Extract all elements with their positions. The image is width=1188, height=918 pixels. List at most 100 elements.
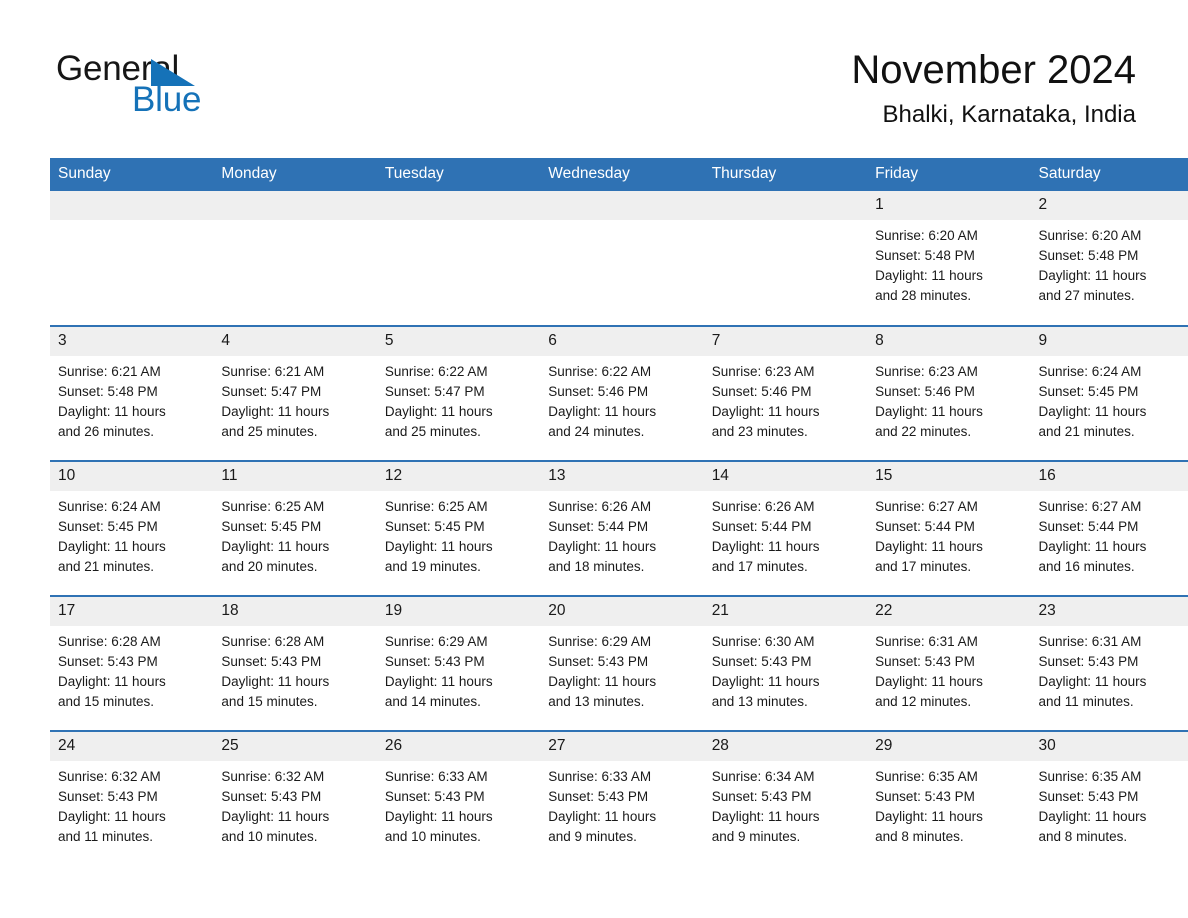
day-details: Sunrise: 6:25 AM Sunset: 5:45 PM Daylight:… (377, 491, 540, 577)
day-detail-daylight1: Daylight: 11 hours (875, 268, 983, 283)
day-detail-sunset: Sunset: 5:45 PM (384, 519, 485, 534)
day-number: 1 (867, 191, 1031, 220)
calendar-day-cell[interactable]: 14 Sunrise: 6:26 AM Sunset: 5:44 PM Dayligh… (703, 460, 868, 596)
calendar-day-cell[interactable]: 2 Sunrise: 6:20 AM Sunset: 5:48 PM Daylight… (1030, 191, 1188, 326)
calendar-day-cell[interactable]: 3 Sunrise: 6:21 AM Sunset: 5:48 PM Daylight… (50, 325, 214, 461)
calendar-day-cell[interactable]: 20 Sunrise: 6:29 AM Sunset: 5:43 PM Dayligh… (540, 595, 704, 731)
calendar-day-cell[interactable]: 29 Sunrise: 6:35 AM Sunset: 5:43 PM Dayligh… (867, 730, 1031, 866)
day-number: 30 (1030, 732, 1188, 761)
day-details: Sunrise: 6:29 AM Sunset: 5:43 PM Daylight:… (540, 626, 703, 712)
day-detail-sunrise: Sunrise: 6:30 AM (711, 634, 815, 649)
day-number: 5 (376, 327, 541, 356)
day-detail-sunset: Sunset: 5:46 PM (548, 384, 649, 399)
day-detail-daylight1: Daylight: 11 hours (711, 809, 820, 824)
day-detail-daylight2: and 9 minutes. (711, 829, 801, 844)
day-detail-daylight1: Daylight: 11 hours (875, 539, 983, 554)
calendar-day-cell[interactable]: 15 Sunrise: 6:27 AM Sunset: 5:44 PM Dayligh… (867, 460, 1031, 596)
day-detail-daylight2: and 21 minutes. (1038, 424, 1135, 439)
day-details: Sunrise: 6:24 AM Sunset: 5:45 PM Daylight:… (50, 491, 213, 577)
day-number (213, 191, 377, 220)
calendar-day-cell[interactable]: 9 Sunrise: 6:24 AM Sunset: 5:45 PM Daylight… (1030, 325, 1188, 461)
calendar-day-cell[interactable]: 4 Sunrise: 6:21 AM Sunset: 5:47 PM Daylight… (213, 325, 377, 461)
calendar-day-cell[interactable]: 30 Sunrise: 6:35 AM Sunset: 5:43 PM Dayligh… (1030, 730, 1188, 866)
calendar-day-cell[interactable]: 28 Sunrise: 6:34 AM Sunset: 5:43 PM Dayligh… (703, 730, 868, 866)
day-detail-daylight2: and 14 minutes. (384, 694, 481, 709)
day-detail-daylight2: and 16 minutes. (1038, 559, 1135, 574)
calendar-day-cell[interactable]: 7 Sunrise: 6:23 AM Sunset: 5:46 PM Daylight… (703, 325, 868, 461)
day-detail-sunset: Sunset: 5:43 PM (875, 654, 975, 669)
calendar-day-cell[interactable]: 23 Sunrise: 6:31 AM Sunset: 5:43 PM Dayligh… (1030, 595, 1188, 731)
calendar-day-cell[interactable]: 12 Sunrise: 6:25 AM Sunset: 5:45 PM Dayligh… (376, 460, 541, 596)
day-details: Sunrise: 6:31 AM Sunset: 5:43 PM Daylight:… (867, 626, 1030, 712)
day-detail-daylight1: Daylight: 11 hours (1038, 404, 1147, 419)
calendar-day-cell-empty (213, 191, 377, 326)
day-number: 23 (1030, 597, 1188, 626)
calendar-day-cell[interactable]: 10 Sunrise: 6:24 AM Sunset: 5:45 PM Dayligh… (50, 460, 214, 596)
day-detail-sunset: Sunset: 5:43 PM (58, 654, 158, 669)
day-number: 9 (1030, 327, 1188, 356)
day-cell-inner: 19 Sunrise: 6:29 AM Sunset: 5:43 PM Dayligh… (376, 597, 541, 730)
day-detail-daylight1: Daylight: 11 hours (58, 674, 166, 689)
day-detail-daylight1: Daylight: 11 hours (875, 809, 983, 824)
calendar-day-cell[interactable]: 18 Sunrise: 6:28 AM Sunset: 5:43 PM Dayligh… (213, 595, 377, 731)
day-number: 11 (213, 462, 377, 491)
day-details: Sunrise: 6:35 AM Sunset: 5:43 PM Daylight:… (867, 761, 1030, 847)
day-detail-daylight1: Daylight: 11 hours (711, 674, 820, 689)
calendar-day-cell[interactable]: 5 Sunrise: 6:22 AM Sunset: 5:47 PM Daylight… (376, 325, 541, 461)
day-detail-daylight1: Daylight: 11 hours (1038, 809, 1147, 824)
day-detail-sunrise: Sunrise: 6:29 AM (548, 634, 652, 649)
day-detail-sunrise: Sunrise: 6:25 AM (384, 499, 488, 514)
day-cell-inner: 30 Sunrise: 6:35 AM Sunset: 5:43 PM Dayligh… (1030, 732, 1188, 866)
calendar-day-cell[interactable]: 8 Sunrise: 6:23 AM Sunset: 5:46 PM Daylight… (867, 325, 1031, 461)
calendar-day-cell[interactable]: 21 Sunrise: 6:30 AM Sunset: 5:43 PM Dayligh… (703, 595, 868, 731)
calendar-day-cell[interactable]: 17 Sunrise: 6:28 AM Sunset: 5:43 PM Dayligh… (50, 595, 214, 731)
day-detail-sunset: Sunset: 5:43 PM (711, 654, 812, 669)
day-detail-sunset: Sunset: 5:47 PM (221, 384, 322, 399)
day-number: 3 (50, 327, 214, 356)
day-detail-daylight2: and 15 minutes. (58, 694, 155, 709)
day-cell-inner (213, 191, 377, 325)
calendar-day-cell[interactable]: 22 Sunrise: 6:31 AM Sunset: 5:43 PM Dayligh… (867, 595, 1031, 731)
day-number: 15 (867, 462, 1031, 491)
day-number (703, 191, 868, 220)
calendar-day-cell[interactable]: 6 Sunrise: 6:22 AM Sunset: 5:46 PM Daylight… (540, 325, 704, 461)
day-number: 25 (213, 732, 377, 761)
calendar-day-cell[interactable]: 24 Sunrise: 6:32 AM Sunset: 5:43 PM Dayligh… (50, 730, 214, 866)
general-blue-logo[interactable]: General Blue (56, 50, 316, 126)
day-detail-daylight2: and 21 minutes. (58, 559, 155, 574)
calendar-page: General Blue November 2024 Bhalki, Karna… (0, 0, 1188, 918)
calendar-day-cell[interactable]: 25 Sunrise: 6:32 AM Sunset: 5:43 PM Dayligh… (213, 730, 377, 866)
calendar-table: Sunday Monday Tuesday Wednesday Thursday… (50, 158, 1188, 866)
calendar-day-cell[interactable]: 27 Sunrise: 6:33 AM Sunset: 5:43 PM Dayligh… (540, 730, 704, 866)
calendar-day-cell[interactable]: 13 Sunrise: 6:26 AM Sunset: 5:44 PM Dayligh… (540, 460, 704, 596)
day-detail-sunrise: Sunrise: 6:22 AM (384, 364, 488, 379)
day-cell-inner: 7 Sunrise: 6:23 AM Sunset: 5:46 PM Daylight… (703, 327, 868, 460)
day-detail-daylight2: and 12 minutes. (875, 694, 972, 709)
day-detail-daylight2: and 8 minutes. (1038, 829, 1128, 844)
day-detail-daylight2: and 23 minutes. (711, 424, 808, 439)
day-cell-inner: 26 Sunrise: 6:33 AM Sunset: 5:43 PM Dayligh… (376, 732, 541, 866)
calendar-day-cell[interactable]: 11 Sunrise: 6:25 AM Sunset: 5:45 PM Dayligh… (213, 460, 377, 596)
day-detail-daylight2: and 24 minutes. (548, 424, 645, 439)
day-detail-sunrise: Sunrise: 6:34 AM (711, 769, 815, 784)
day-number: 21 (703, 597, 868, 626)
day-detail-sunrise: Sunrise: 6:24 AM (58, 499, 161, 514)
day-detail-daylight1: Daylight: 11 hours (711, 404, 820, 419)
calendar-day-cell[interactable]: 1 Sunrise: 6:20 AM Sunset: 5:48 PM Daylight… (867, 191, 1031, 326)
day-detail-daylight1: Daylight: 11 hours (221, 539, 330, 554)
calendar-day-cell[interactable]: 19 Sunrise: 6:29 AM Sunset: 5:43 PM Dayligh… (376, 595, 541, 731)
day-detail-sunset: Sunset: 5:48 PM (58, 384, 158, 399)
day-detail-sunset: Sunset: 5:46 PM (875, 384, 975, 399)
weekday-header-saturday: Saturday (1030, 158, 1188, 191)
calendar-day-cell[interactable]: 26 Sunrise: 6:33 AM Sunset: 5:43 PM Dayligh… (376, 730, 541, 866)
calendar-day-cell[interactable]: 16 Sunrise: 6:27 AM Sunset: 5:44 PM Dayligh… (1030, 460, 1188, 596)
day-details: Sunrise: 6:23 AM Sunset: 5:46 PM Daylight:… (867, 356, 1030, 442)
day-detail-sunrise: Sunrise: 6:24 AM (1038, 364, 1142, 379)
day-detail-sunset: Sunset: 5:43 PM (384, 654, 485, 669)
day-number: 13 (540, 462, 704, 491)
day-number: 20 (540, 597, 704, 626)
day-cell-inner: 18 Sunrise: 6:28 AM Sunset: 5:43 PM Dayligh… (213, 597, 377, 730)
day-cell-inner: 13 Sunrise: 6:26 AM Sunset: 5:44 PM Dayligh… (540, 462, 704, 595)
day-cell-inner: 4 Sunrise: 6:21 AM Sunset: 5:47 PM Daylight… (213, 327, 377, 460)
day-detail-daylight1: Daylight: 11 hours (548, 674, 657, 689)
